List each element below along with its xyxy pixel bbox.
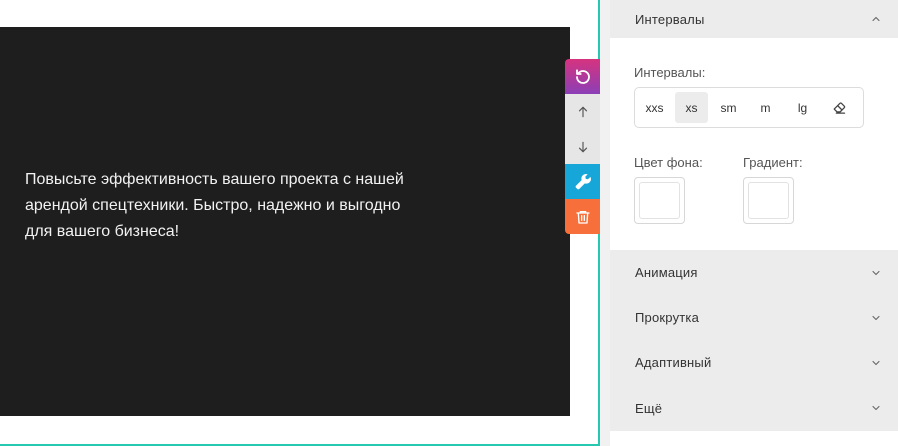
size-option-lg[interactable]: lg (786, 92, 819, 123)
chevron-down-icon (872, 270, 880, 275)
size-option-xxs[interactable]: xxs (638, 92, 671, 123)
section-animation-title: Анимация (635, 265, 698, 280)
section-adaptive-header[interactable]: Адаптивный (610, 340, 898, 385)
chevron-up-icon (872, 16, 880, 22)
chevron-down-icon (872, 315, 880, 320)
reset-icon (575, 68, 590, 84)
panel-bottom-strip (610, 431, 898, 446)
gradient-swatch[interactable] (743, 177, 794, 224)
section-animation-header[interactable]: Анимация (610, 250, 898, 295)
chevron-down-icon (872, 405, 880, 411)
size-option-sm[interactable]: sm (712, 92, 745, 123)
arrow-up-icon (578, 106, 587, 117)
bg-color-swatch[interactable] (634, 177, 685, 224)
wrench-icon (575, 173, 591, 189)
interval-size-selector: xxs xs sm m lg (634, 87, 864, 128)
section-more-header[interactable]: Ещё (610, 385, 898, 431)
bg-color-swatch-fill (639, 182, 680, 219)
section-more-title: Ещё (635, 400, 663, 416)
gradient-swatch-fill (748, 182, 789, 219)
eraser-icon (833, 102, 846, 114)
delete-block-button[interactable] (565, 199, 600, 234)
hero-text[interactable]: Повысьте эффективность вашего проекта с … (25, 167, 415, 245)
section-scroll-header[interactable]: Прокрутка (610, 295, 898, 340)
page-canvas: Повысьте эффективность вашего проекта с … (0, 0, 600, 446)
gradient-label: Градиент: (743, 155, 803, 170)
section-intervals-header[interactable]: Интервалы (610, 0, 898, 38)
block-toolbar (565, 59, 600, 234)
arrow-down-icon (578, 141, 587, 152)
block-settings-button[interactable] (565, 164, 600, 199)
size-option-m[interactable]: m (749, 92, 782, 123)
intervals-field-label: Интервалы: (634, 65, 706, 80)
size-option-xs[interactable]: xs (675, 92, 708, 123)
bg-color-label: Цвет фона: (634, 155, 703, 170)
editor-root: Повысьте эффективность вашего проекта с … (0, 0, 898, 446)
move-up-button[interactable] (565, 94, 600, 129)
section-adaptive-title: Адаптивный (635, 355, 712, 370)
settings-panel: Интервалы Интервалы: xxs xs sm m lg Цвет… (600, 0, 898, 446)
section-intervals-body: Интервалы: xxs xs sm m lg Цвет фона: Гра… (610, 38, 898, 250)
section-scroll-title: Прокрутка (635, 310, 700, 325)
section-intervals-title: Интервалы (635, 11, 705, 27)
chevron-down-icon (872, 360, 880, 365)
dark-content-block[interactable]: Повысьте эффективность вашего проекта с … (0, 27, 570, 416)
clear-interval-button[interactable] (823, 92, 856, 123)
move-down-button[interactable] (565, 129, 600, 164)
trash-icon (575, 210, 590, 224)
reset-button[interactable] (565, 59, 600, 94)
